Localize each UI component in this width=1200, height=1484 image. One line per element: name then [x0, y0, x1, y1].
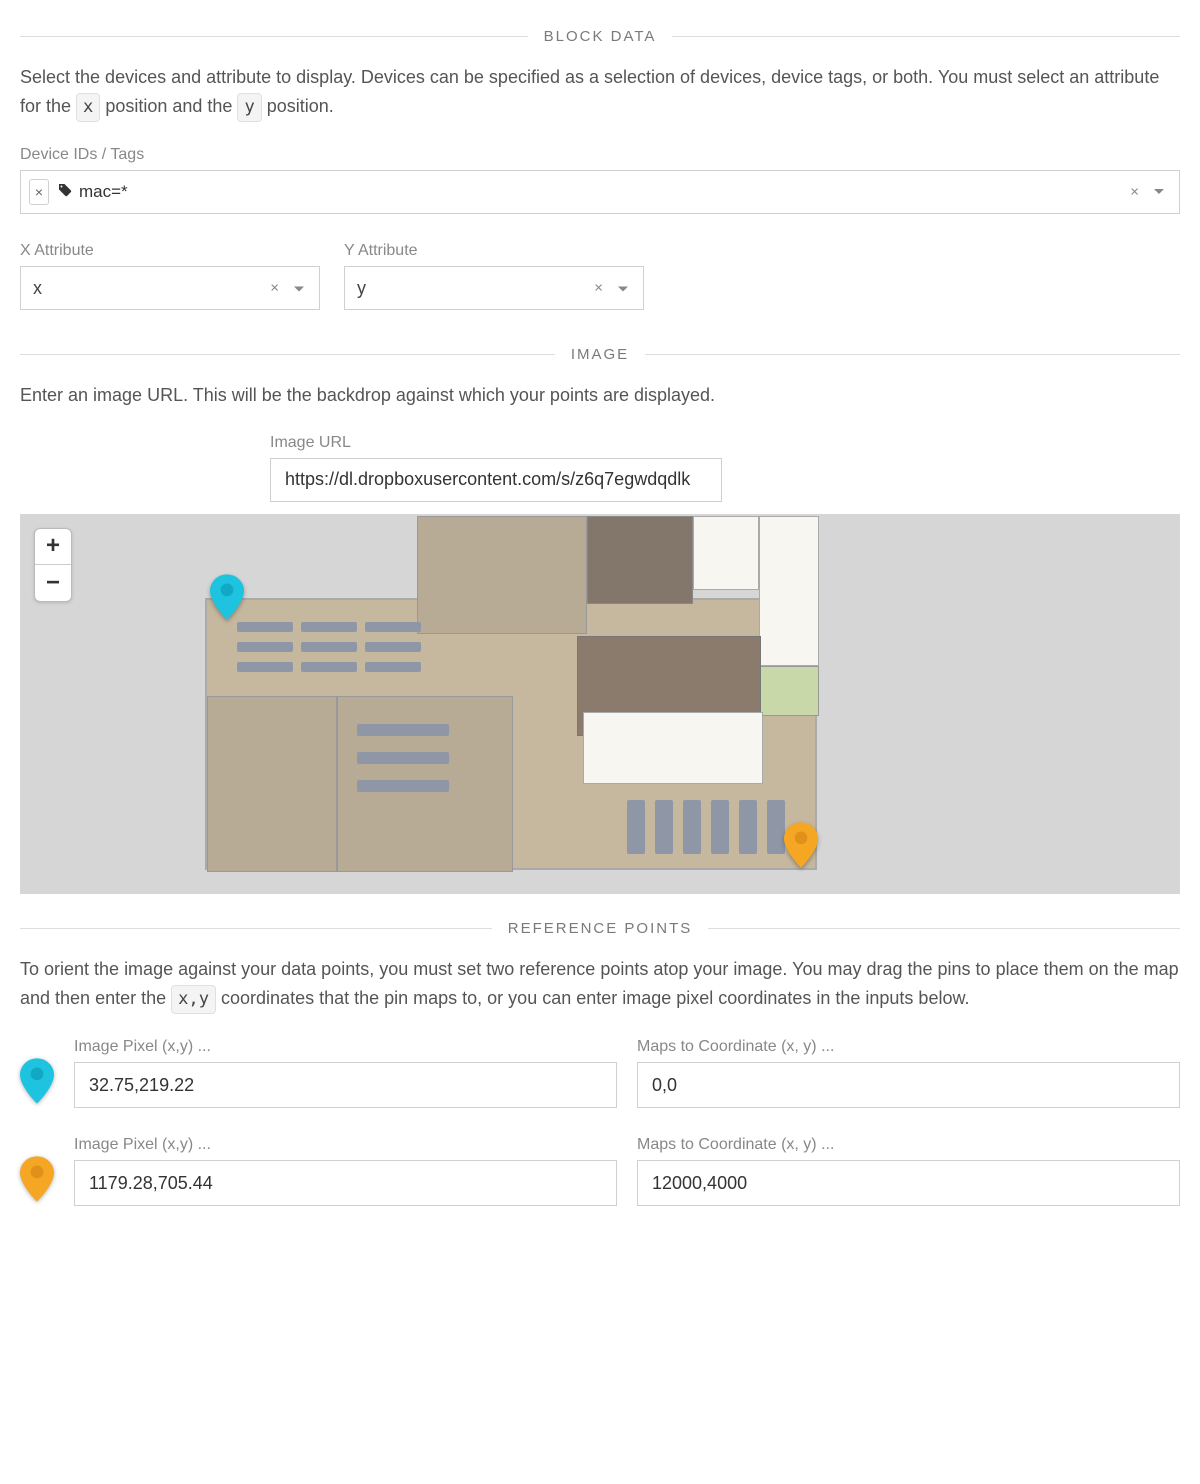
device-tag-chip: mac=* — [57, 182, 128, 203]
section-divider-reference: REFERENCE POINTS — [20, 920, 1180, 937]
pixel-value-1: 32.75,219.22 — [89, 1075, 194, 1096]
x-attribute-label: X Attribute — [20, 242, 320, 260]
device-ids-label: Device IDs / Tags — [20, 146, 1180, 164]
image-help: Enter an image URL. This will be the bac… — [20, 381, 1180, 410]
pin-icon — [20, 1156, 54, 1202]
floor-plan — [205, 598, 817, 870]
pin-icon — [20, 1058, 54, 1104]
chevron-down-icon[interactable] — [293, 278, 305, 299]
map-pin-2[interactable] — [784, 822, 818, 868]
coord-input-2[interactable]: 12000,4000 — [637, 1160, 1180, 1206]
x-attribute-select[interactable]: x × — [20, 266, 320, 310]
coord-input-1[interactable]: 0,0 — [637, 1062, 1180, 1108]
section-title-reference: REFERENCE POINTS — [492, 920, 709, 937]
code-y: y — [237, 93, 261, 122]
image-url-input[interactable]: https://dl.dropboxusercontent.com/s/z6q7… — [270, 458, 722, 502]
coord-label-2: Maps to Coordinate (x, y) ... — [637, 1136, 1180, 1154]
clear-x-button[interactable]: × — [270, 280, 279, 297]
map-canvas[interactable]: + − — [20, 514, 1180, 894]
clear-devices-button[interactable]: × — [1130, 184, 1139, 201]
code-xy: x,y — [171, 985, 216, 1014]
coord-label-1: Maps to Coordinate (x, y) ... — [637, 1038, 1180, 1056]
section-title-block-data: BLOCK DATA — [528, 28, 673, 45]
y-attribute-label: Y Attribute — [344, 242, 644, 260]
tag-icon — [57, 182, 73, 203]
section-divider-block-data: BLOCK DATA — [20, 28, 1180, 45]
remove-tag-button[interactable]: × — [29, 179, 49, 205]
pixel-input-1[interactable]: 32.75,219.22 — [74, 1062, 617, 1108]
pixel-label-2: Image Pixel (x,y) ... — [74, 1136, 617, 1154]
map-pin-1[interactable] — [210, 574, 244, 620]
coord-value-1: 0,0 — [652, 1075, 677, 1096]
section-divider-image: IMAGE — [20, 346, 1180, 363]
chevron-down-icon[interactable] — [1153, 183, 1165, 201]
block-data-help: Select the devices and attribute to disp… — [20, 63, 1180, 122]
image-url-value: https://dl.dropboxusercontent.com/s/z6q7… — [285, 469, 690, 490]
pixel-label-1: Image Pixel (x,y) ... — [74, 1038, 617, 1056]
reference-help: To orient the image against your data po… — [20, 955, 1180, 1014]
zoom-in-button[interactable]: + — [35, 529, 71, 565]
x-attribute-value: x — [33, 278, 42, 299]
pixel-value-2: 1179.28,705.44 — [89, 1173, 213, 1194]
zoom-out-button[interactable]: − — [35, 565, 71, 601]
device-tag-text: mac=* — [79, 182, 128, 202]
device-ids-input[interactable]: × mac=* × — [20, 170, 1180, 214]
coord-value-2: 12000,4000 — [652, 1173, 747, 1194]
image-url-label: Image URL — [270, 434, 722, 452]
pixel-input-2[interactable]: 1179.28,705.44 — [74, 1160, 617, 1206]
y-attribute-value: y — [357, 278, 366, 299]
zoom-controls: + − — [34, 528, 72, 602]
clear-y-button[interactable]: × — [594, 280, 603, 297]
reference-row-2: Image Pixel (x,y) ... 1179.28,705.44 Map… — [20, 1136, 1180, 1206]
section-title-image: IMAGE — [555, 346, 645, 363]
y-attribute-select[interactable]: y × — [344, 266, 644, 310]
reference-row-1: Image Pixel (x,y) ... 32.75,219.22 Maps … — [20, 1038, 1180, 1108]
chevron-down-icon[interactable] — [617, 278, 629, 299]
code-x: x — [76, 93, 100, 122]
